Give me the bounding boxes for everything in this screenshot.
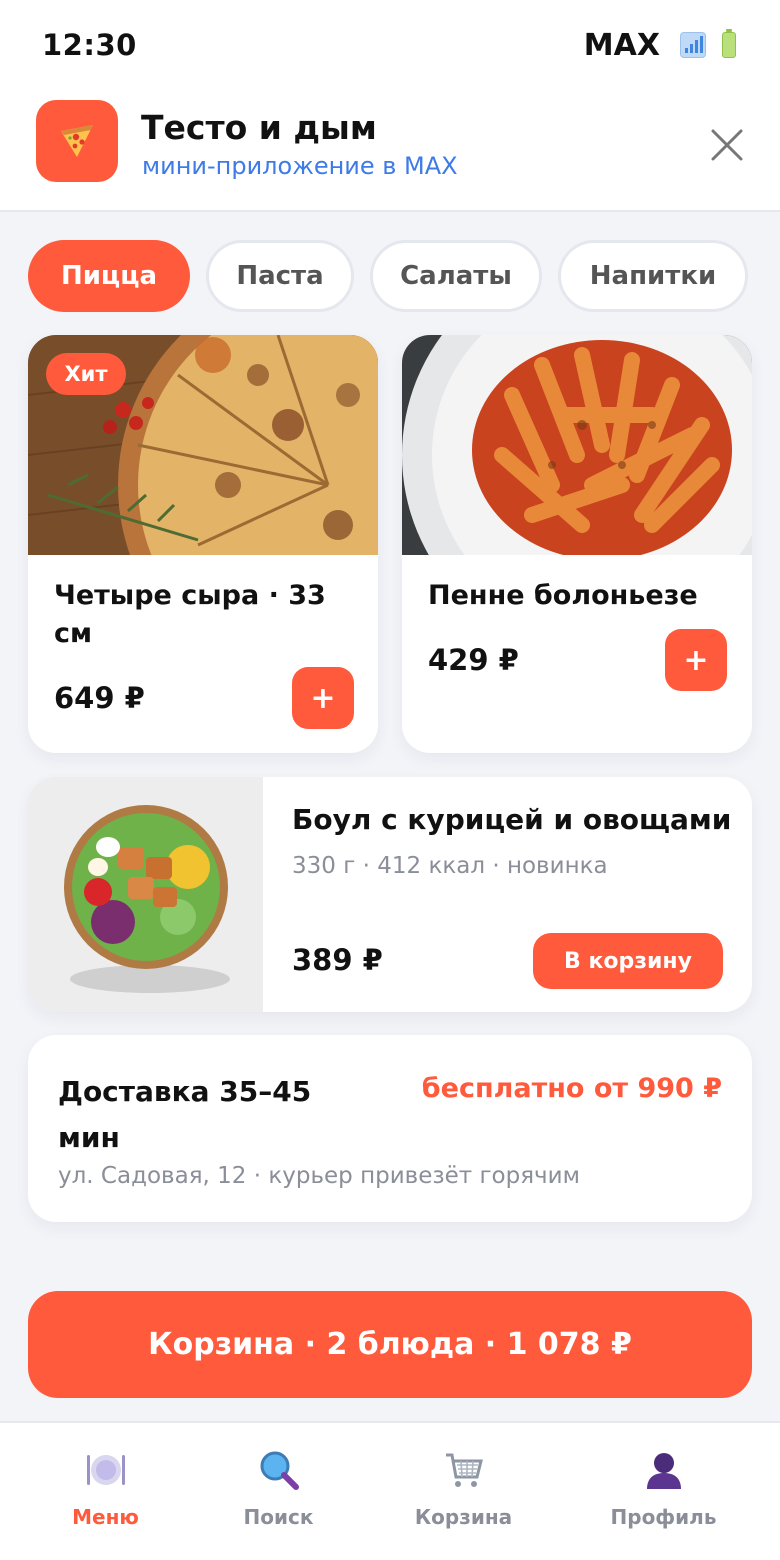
- featured-meta: 330 г · 412 ккал · новинка: [292, 853, 608, 879]
- pasta-image: [402, 335, 752, 655]
- app-title: Тесто и дым: [141, 108, 377, 147]
- nav-profile[interactable]: Профиль: [566, 1423, 761, 1560]
- bowl-image: [28, 777, 263, 1012]
- tab-salads[interactable]: Салаты: [370, 240, 542, 312]
- bottom-nav: Меню Поиск Корзина Профиль: [0, 1421, 780, 1560]
- product-card-pizza[interactable]: Хит Четыре сыра · 33 см 649 ₽ +: [28, 335, 378, 753]
- nav-menu[interactable]: Меню: [8, 1423, 203, 1560]
- add-pizza-button[interactable]: +: [292, 667, 354, 729]
- delivery-address: ул. Садовая, 12 · курьер привезёт горячи…: [58, 1163, 580, 1189]
- product-name: Пенне болоньезе: [428, 580, 698, 611]
- battery-icon: [722, 29, 736, 58]
- nav-profile-label: Профиль: [610, 1505, 717, 1529]
- status-time: 12:30: [42, 28, 137, 62]
- add-pasta-button[interactable]: +: [665, 629, 727, 691]
- profile-icon: [647, 1453, 681, 1489]
- featured-price: 389 ₽: [292, 943, 383, 977]
- tab-pasta[interactable]: Паста: [206, 240, 354, 312]
- hit-badge: Хит: [46, 353, 126, 395]
- status-indicators: MAX: [584, 28, 736, 63]
- search-icon: [260, 1451, 299, 1490]
- app-header: Тесто и дым мини-приложение в MAX: [0, 90, 780, 212]
- nav-cart-label: Корзина: [414, 1505, 513, 1529]
- product-name-cont: см: [54, 618, 93, 649]
- product-price: 649 ₽: [54, 681, 145, 715]
- plate-icon: [87, 1455, 125, 1485]
- featured-name: Боул с курицей и овощами: [292, 803, 732, 836]
- nav-cart[interactable]: Корзина: [366, 1423, 561, 1560]
- product-name: Четыре сыра · 33: [54, 580, 326, 611]
- nav-search[interactable]: Поиск: [181, 1423, 376, 1560]
- close-button[interactable]: [706, 124, 748, 166]
- product-price: 429 ₽: [428, 643, 519, 677]
- pizza-icon: [36, 100, 118, 182]
- nav-search-label: Поиск: [243, 1505, 314, 1529]
- signal-icon: [680, 32, 706, 58]
- nav-menu-label: Меню: [72, 1505, 139, 1529]
- carrier-label: MAX: [583, 27, 660, 63]
- free-delivery-note: бесплатно от 990 ₽: [421, 1073, 722, 1104]
- featured-card-bowl[interactable]: Боул с курицей и овощами 330 г · 412 кка…: [28, 777, 752, 1012]
- product-card-pasta[interactable]: Пенне болоньезе 429 ₽ +: [402, 335, 752, 753]
- tab-drinks[interactable]: Напитки: [558, 240, 748, 312]
- close-icon: [711, 129, 743, 161]
- app-subtitle: мини-приложение в MAX: [142, 152, 458, 180]
- tab-pizza[interactable]: Пицца: [28, 240, 190, 312]
- delivery-card: Доставка 35–45 мин бесплатно от 990 ₽ ул…: [28, 1035, 752, 1222]
- status-bar: 12:30 MAX: [0, 0, 780, 90]
- add-to-cart-button[interactable]: В корзину: [533, 933, 723, 989]
- cart-checkout-button[interactable]: Корзина · 2 блюда · 1 078 ₽: [28, 1291, 752, 1398]
- cart-icon: [446, 1453, 483, 1487]
- delivery-time: Доставка 35–45 мин: [58, 1075, 312, 1154]
